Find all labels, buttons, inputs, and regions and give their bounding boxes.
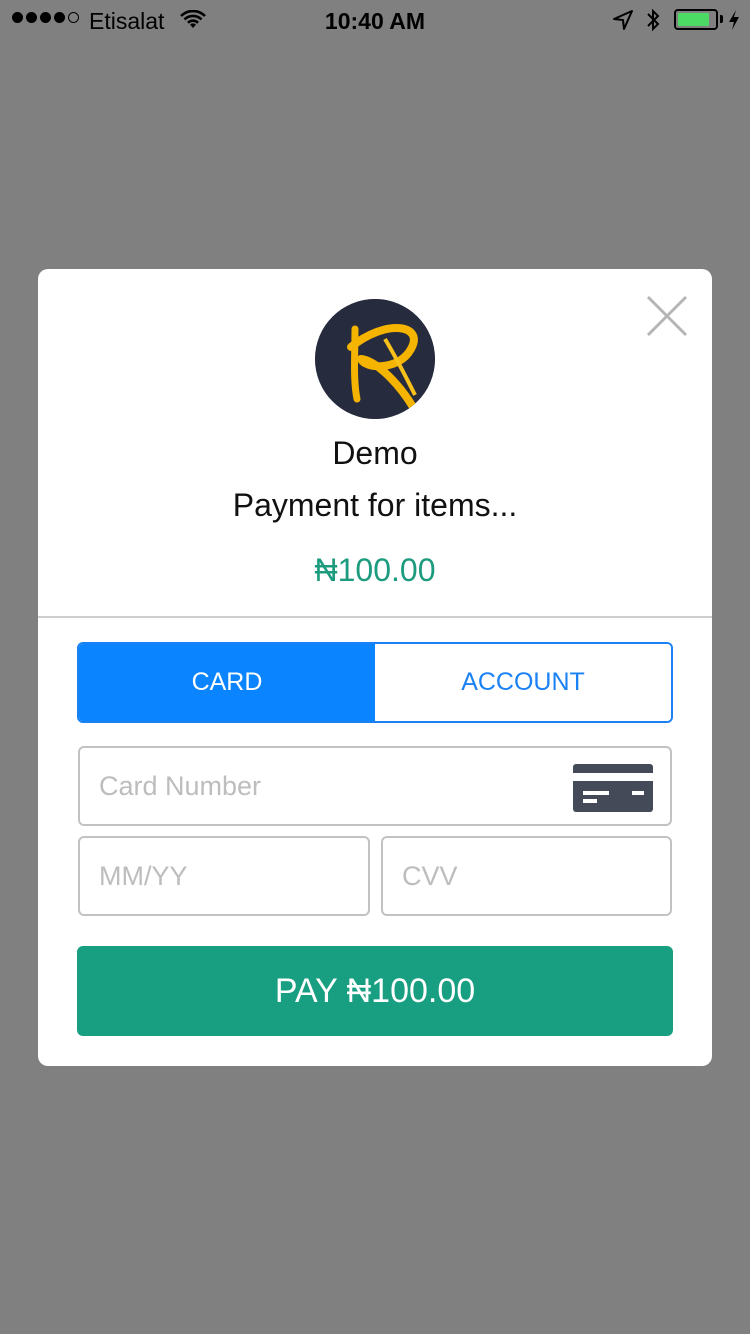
- bluetooth-icon: [645, 7, 661, 39]
- expiry-placeholder: MM/YY: [99, 860, 188, 891]
- battery-level: [678, 13, 709, 26]
- card-number-input[interactable]: Card Number: [78, 746, 672, 826]
- payment-description: Payment for items...: [232, 487, 518, 523]
- credit-card-icon: [572, 762, 654, 814]
- merchant-name: Demo: [332, 435, 418, 471]
- cvv-input[interactable]: CVV: [381, 836, 672, 916]
- location-arrow-icon: [612, 9, 634, 37]
- battery-cap: [720, 15, 723, 23]
- payment-modal: Demo Payment for items... ₦100.00 CARD A…: [38, 269, 712, 1066]
- payment-method-tabs: CARD ACCOUNT: [77, 642, 673, 723]
- payment-amount: ₦100.00: [314, 552, 436, 588]
- battery-icon: [674, 9, 718, 30]
- status-bar: Etisalat 10:40 AM: [0, 0, 750, 40]
- pay-button[interactable]: PAY ₦100.00: [77, 946, 673, 1036]
- expiry-input[interactable]: MM/YY: [78, 836, 370, 916]
- card-number-placeholder: Card Number: [99, 770, 262, 801]
- screen: Etisalat 10:40 AM Demo Payment for items…: [0, 0, 750, 1334]
- tab-card[interactable]: CARD: [79, 644, 375, 721]
- merchant-logo: [315, 299, 435, 419]
- tab-account[interactable]: ACCOUNT: [375, 644, 671, 721]
- cvv-placeholder: CVV: [402, 860, 458, 891]
- close-icon[interactable]: [646, 295, 688, 337]
- charging-icon: [728, 9, 740, 37]
- divider: [38, 616, 712, 618]
- clock: 10:40 AM: [324, 8, 426, 34]
